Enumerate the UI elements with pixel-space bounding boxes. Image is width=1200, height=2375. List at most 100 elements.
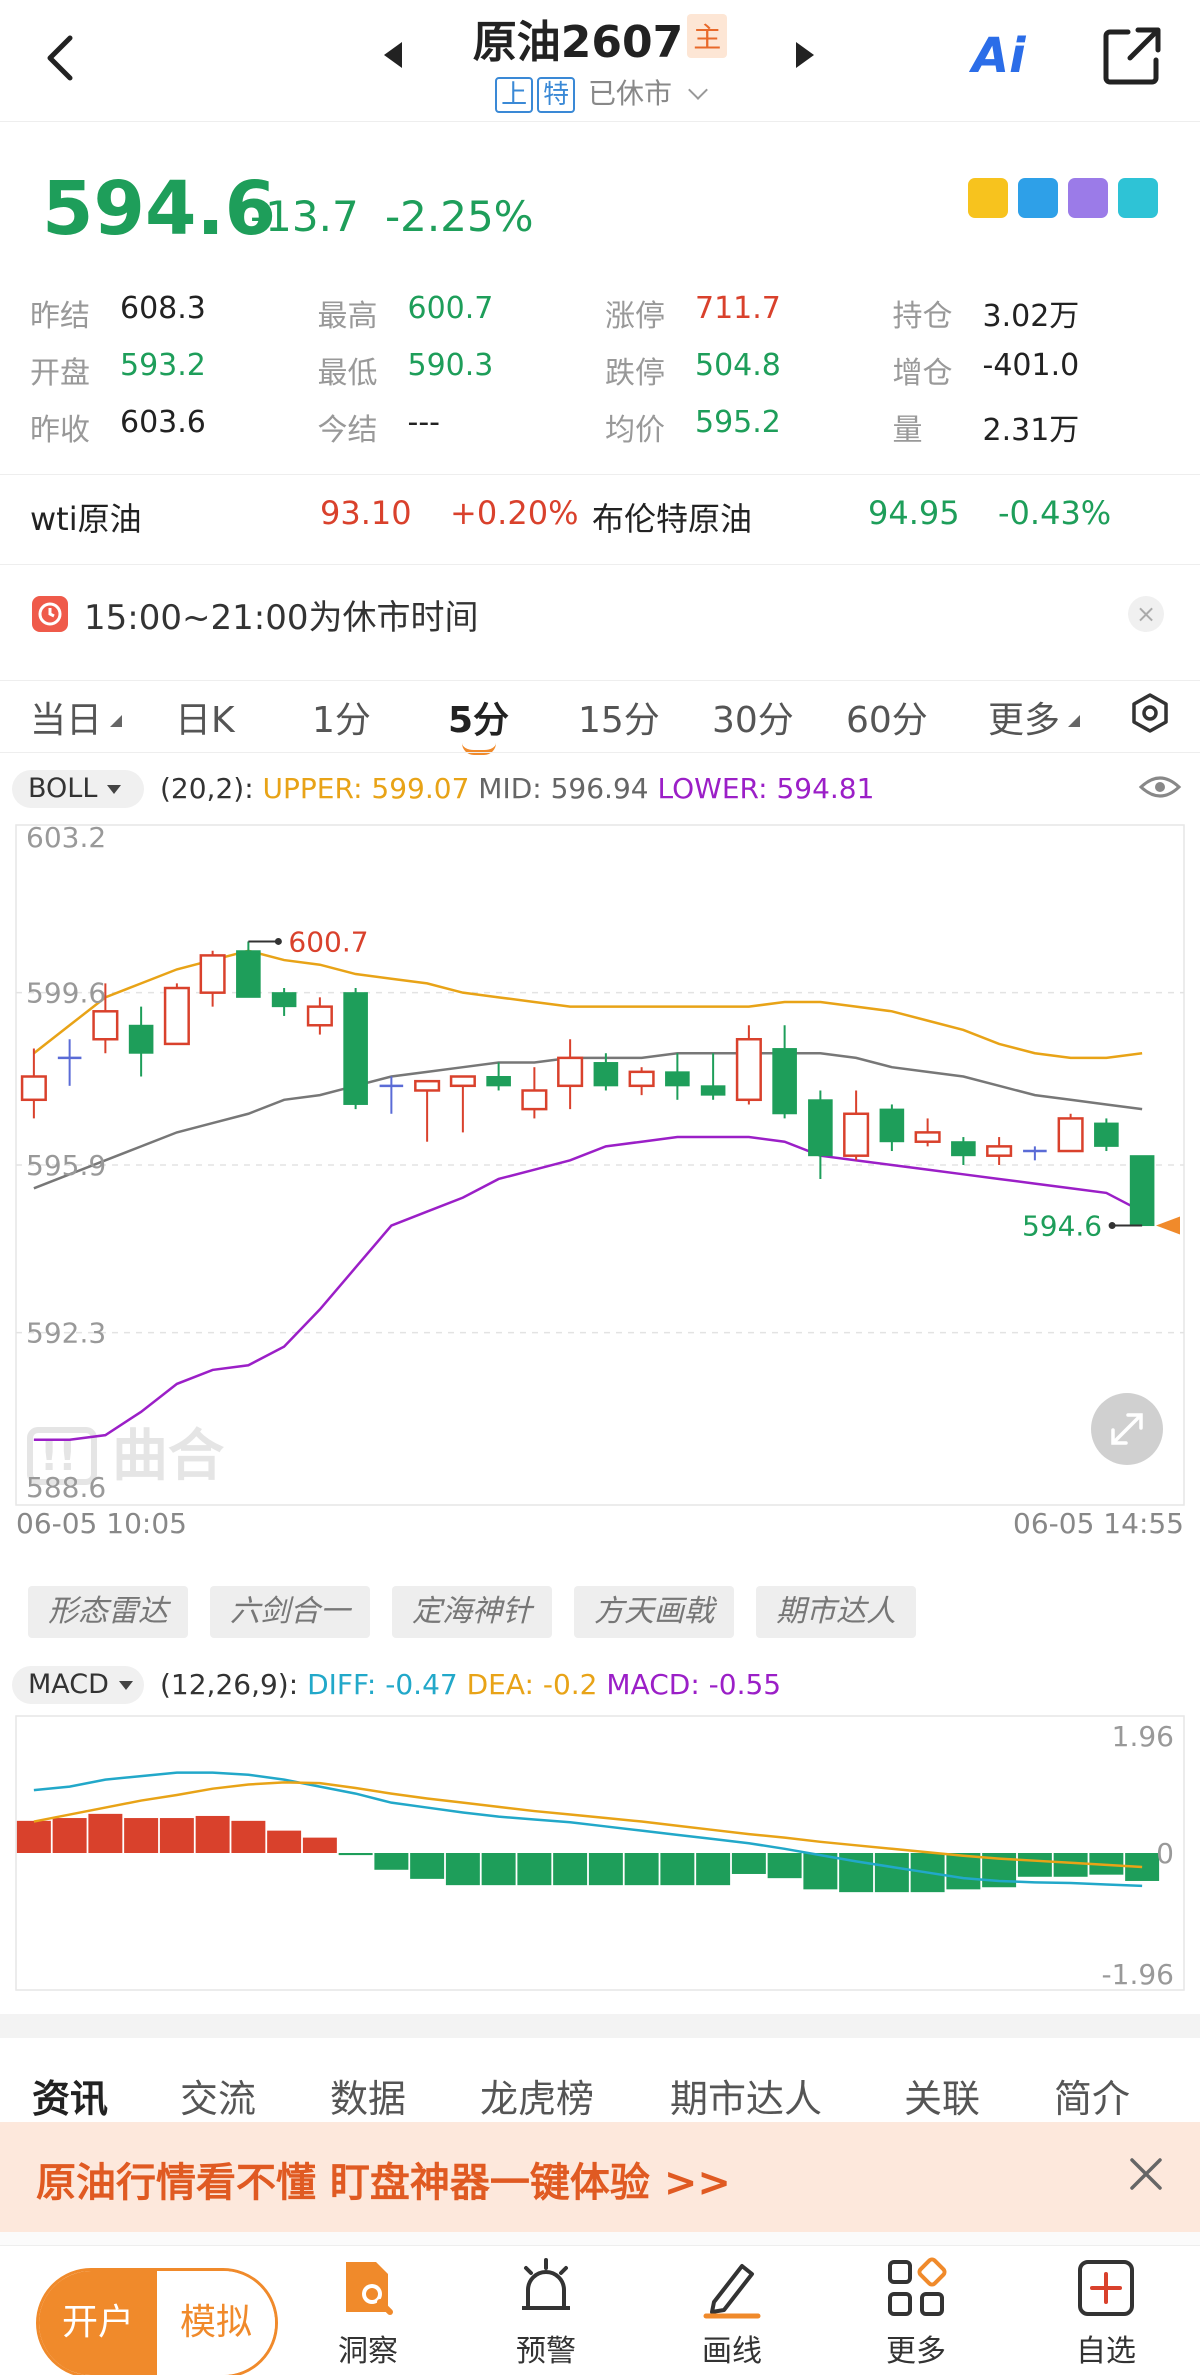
eye-icon[interactable] [1138,772,1182,802]
boll-selector[interactable]: BOLL [12,770,144,808]
bottom-nav: 开户 模拟 洞察 预警 画线 更多 自选 [0,2245,1200,2375]
macd-bar [302,1837,337,1853]
close-notice-icon[interactable]: × [1128,596,1164,632]
tab-60min[interactable]: 60分 [846,691,928,743]
promo-banner[interactable]: 原油行情看不懂 盯盘神器一键体验 >> [0,2122,1200,2232]
stat-row: 开盘 593.2 最低 590.3 跌停 504.8 增仓 -401.0 [30,341,1180,398]
stat-value: 600.7 [407,290,494,326]
candle-body-up [1057,1117,1084,1153]
candle-body-down [1129,1155,1155,1227]
macd-chart[interactable]: 1.96 0 -1.96 [0,1712,1200,2002]
ai-label: Ai [972,28,1026,84]
share-button[interactable] [1100,24,1164,88]
share-icon [1103,27,1161,85]
watermark-text: 曲合 [112,1424,224,1489]
report-icon[interactable] [1018,178,1058,218]
price-change: -13.7 [250,192,359,241]
stat-label: 跌停 [605,355,665,391]
boll-params: (20,2): [160,772,254,805]
nav-more[interactable]: 更多 [856,2246,976,2375]
tab-more[interactable]: 更多 [988,691,1060,743]
nav-watchlist[interactable]: 自选 [1046,2246,1166,2375]
boll-mid: MID: 596.94 [478,772,649,805]
stat-label: 增仓 [892,355,953,391]
nav-alert-label: 预警 [516,2334,576,2369]
trend-icon[interactable] [1118,178,1158,218]
nav-draw-line[interactable]: 画线 [672,2246,792,2375]
candle-body-down [665,1071,690,1087]
stat-value: 590.3 [407,347,494,383]
macd-bar [231,1820,266,1853]
nav-draw-line-label: 画线 [702,2334,762,2369]
demo-trade-button[interactable]: 模拟 [157,2271,275,2375]
candle-body-down [343,992,368,1105]
tab-news[interactable]: 资讯 [32,2068,108,2123]
tab-15min[interactable]: 15分 [578,691,660,743]
macd-bar [874,1853,909,1893]
header-bar: 原油2607 主 上特 已休市 Ai [0,0,1200,122]
macd-bar [267,1830,302,1853]
candlestick-chart[interactable]: !! 曲合 603.2599.6595.9592.3588.606-05 10:… [0,815,1200,1535]
close-promo-icon[interactable] [1126,2154,1166,2194]
tab-30min[interactable]: 30分 [712,691,794,743]
trading-hours-notice: 15:00~21:00为休市时间 [32,590,1182,640]
tab-related[interactable]: 关联 [904,2068,980,2123]
chip-six-swords[interactable]: 六剑合一 [210,1586,370,1638]
chip-halberd[interactable]: 方天画戟 [574,1586,734,1638]
tab-data[interactable]: 数据 [330,2068,406,2123]
macd-dea: DEA: -0.2 [466,1668,598,1701]
candle-body-up [914,1131,941,1143]
nav-watchlist-label: 自选 [1076,2334,1136,2369]
contract-title[interactable]: 原油2607 [473,6,683,70]
ai-assistant-button[interactable]: Ai [972,28,1042,88]
tab-intro[interactable]: 简介 [1054,2068,1130,2123]
macd-values: (12,26,9): DIFF: -0.47 DEA: -0.2 MACD: -… [160,1668,781,1701]
high-price-label: 600.7 [288,925,368,958]
account-pill: 开户 模拟 [36,2268,278,2375]
tab-futures-expert[interactable]: 期市达人 [670,2068,822,2123]
dropdown-corner-icon [1068,715,1080,727]
chart-settings-icon[interactable] [1128,691,1172,735]
stat-cell: 昨结 608.3 [30,291,318,335]
signal-chips: 形态雷达 六剑合一 定海神针 方天画戟 期市达人 [28,1586,916,1638]
stat-value: 711.7 [695,290,781,326]
stat-value: 608.3 [120,290,206,326]
next-contract-arrow[interactable] [796,42,814,68]
candle-body-up [20,1075,47,1102]
macd-bar [195,1815,230,1853]
analysis-icon[interactable] [968,178,1008,218]
tab-5min[interactable]: 5分 [448,691,509,743]
fullscreen-button[interactable] [1091,1393,1163,1465]
related-crude-row[interactable]: wti原油 93.10 +0.20% 布伦特原油 94.95 -0.43% [30,494,1180,544]
news-tabs: 资讯 交流 数据 龙虎榜 期市达人 关联 简介 [0,2038,1200,2128]
main-contract-badge: 主 [687,14,728,58]
nav-more-label: 更多 [886,2334,946,2369]
last-price-arrow [1156,1216,1180,1235]
nav-insight[interactable]: 洞察 [308,2246,428,2375]
candle-body-up [92,1010,119,1041]
tab-daily-k[interactable]: 日K [175,691,235,743]
grid-icon [888,2257,947,2316]
tab-dragon-tiger[interactable]: 龙虎榜 [480,2068,594,2123]
nav-alert[interactable]: 预警 [486,2246,606,2375]
chip-pattern-radar[interactable]: 形态雷达 [28,1586,188,1638]
macd-diff: DIFF: -0.47 [307,1668,458,1701]
stat-label: 均价 [605,412,665,448]
promo-text: 原油行情看不懂 盯盘神器一键体验 >> [36,2160,731,2206]
open-account-button[interactable]: 开户 [39,2271,157,2375]
macd-selector[interactable]: MACD [12,1666,144,1704]
candle-body-down [772,1048,797,1115]
stat-label: 持仓 [892,298,953,334]
alarm-icon [522,2258,570,2310]
caret-down-icon [107,785,122,794]
tab-1min[interactable]: 1分 [312,691,371,743]
chip-anchor-needle[interactable]: 定海神针 [392,1586,552,1638]
boll-indicator-row: BOLL (20,2): UPPER: 599.07 MID: 596.94 L… [12,770,1192,810]
chip-futures-expert[interactable]: 期市达人 [756,1586,916,1638]
tab-discussion[interactable]: 交流 [180,2068,256,2123]
idea-icon[interactable] [1068,178,1108,218]
stat-value: 3.02万 [982,298,1080,334]
wti-price: 93.10 [320,494,412,532]
wti-name: wti原油 [30,500,142,538]
tab-intraday[interactable]: 当日 [30,691,102,743]
